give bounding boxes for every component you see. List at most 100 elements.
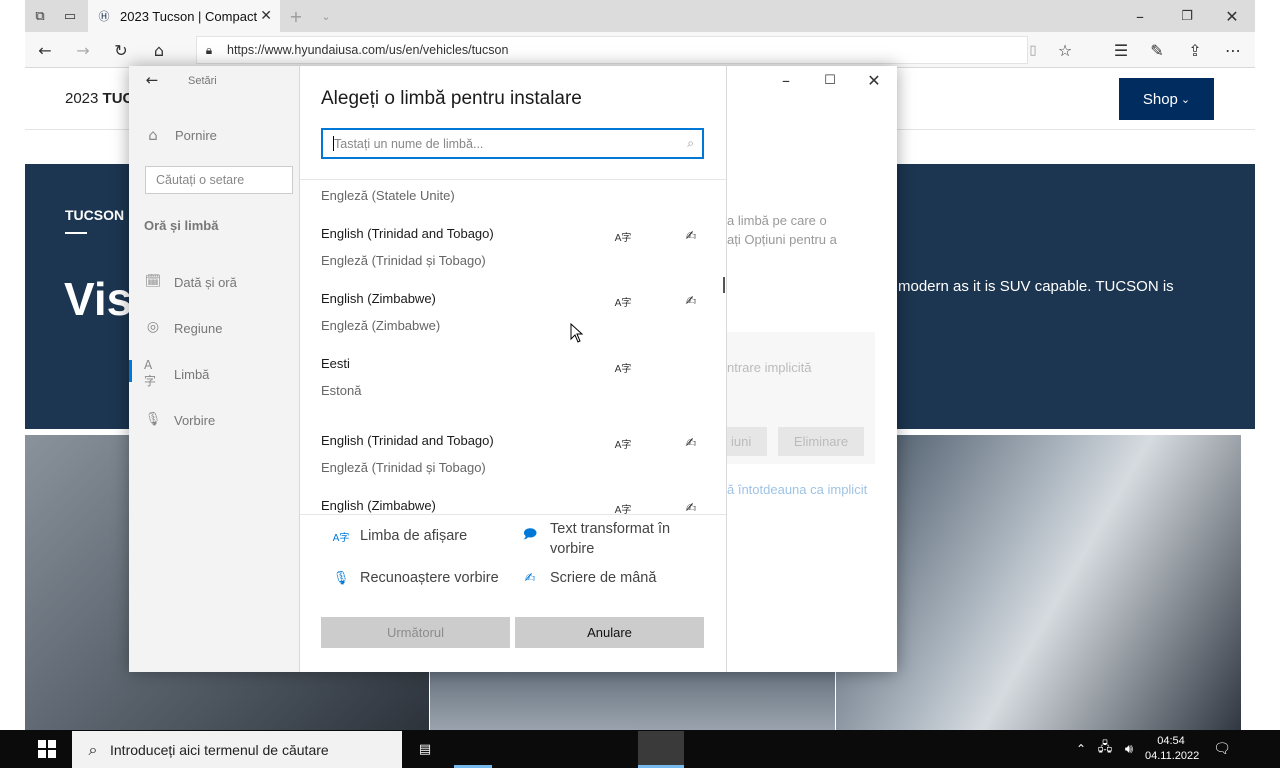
nav-language[interactable]: Limbă	[174, 367, 209, 382]
clock-date: 04.11.2022	[1145, 750, 1200, 762]
display-language-icon: A字	[614, 363, 632, 375]
favorite-star-icon[interactable]: ☆	[1054, 40, 1076, 60]
screen: ⧉ ▭ Ⓗ 2023 Tucson | Compact ✕ + ⌄ – ❐ ✕ …	[0, 0, 1280, 768]
text-to-speech-icon: 🗩︎	[522, 527, 538, 542]
site-model-title[interactable]: 2023 TUC	[65, 90, 133, 107]
language-search-input[interactable]: Tastați un nume de limbă... ⌕	[321, 128, 704, 159]
language-icon: A字	[144, 357, 157, 388]
browser-tab[interactable]: Ⓗ 2023 Tucson | Compact ✕	[88, 0, 280, 32]
microphone-icon: 🎙︎	[144, 411, 162, 427]
language-list: Engleză (Statele Unite) English (Trinida…	[300, 180, 726, 514]
settings-minimize-icon[interactable]: –	[776, 70, 796, 90]
pen-notes-icon[interactable]: ✎	[1146, 40, 1168, 60]
handwriting-icon: ✍︎	[524, 570, 536, 586]
close-browser-icon[interactable]: ✕	[1222, 6, 1242, 26]
settings-bg-options-button: iuni	[727, 427, 767, 456]
settings-home-link[interactable]: Pornire	[175, 128, 217, 143]
hero-heading: Vis	[64, 273, 133, 325]
new-tab-icon[interactable]: +	[286, 6, 306, 26]
dialog-title: Alegeți o limbă pentru instalare	[321, 88, 582, 109]
handwriting-icon: ✍︎	[685, 435, 697, 451]
nav-speech[interactable]: Vorbire	[174, 413, 215, 428]
feature-display-language: Limba de afișare	[360, 528, 468, 544]
url-text: https://www.hyundaiusa.com/us/en/vehicle…	[227, 43, 509, 57]
tab-aside-icon[interactable]: ▭	[60, 6, 80, 26]
mouse-cursor-icon	[570, 323, 584, 343]
language-item-sub: Estonă	[321, 383, 362, 398]
volume-icon[interactable]: 🔊︎	[1120, 740, 1138, 758]
taskbar-search-placeholder: Introduceți aici termenul de căutare	[110, 741, 329, 758]
search-icon: ⌕	[687, 136, 694, 150]
language-item-sub: Engleză (Statele Unite)	[321, 188, 455, 203]
next-button[interactable]: Următorul	[321, 617, 510, 648]
hero-tag[interactable]: TUCSON	[65, 207, 124, 223]
language-item-name[interactable]: Eesti	[321, 356, 350, 371]
windows-start-icon[interactable]	[36, 738, 58, 760]
cancel-button[interactable]: Anulare	[515, 617, 704, 648]
taskbar-clock[interactable]: 04:54 04.11.2022	[1145, 734, 1200, 764]
settings-bg-link: ă întotdeauna ca implicit	[727, 482, 868, 497]
hyundai-logo-icon: Ⓗ	[98, 10, 110, 23]
lock-icon: 🔒︎	[205, 42, 213, 57]
settings-bg-text-1: a limbă pe care o	[727, 213, 827, 228]
handwriting-icon: ✍︎	[685, 228, 697, 244]
forward-icon[interactable]: →	[72, 40, 94, 60]
taskbar-active-app[interactable]	[638, 731, 684, 768]
settings-title: Setări	[188, 75, 217, 87]
settings-close-icon[interactable]: ✕	[864, 70, 884, 90]
settings-search-input[interactable]: Căutați o setare	[145, 166, 293, 194]
list-scrollbar[interactable]	[723, 277, 725, 293]
shop-chevron-icon: ⌄	[1180, 92, 1191, 106]
feature-handwriting: Scriere de mână	[550, 570, 657, 586]
display-language-icon: A字	[332, 532, 350, 544]
language-search-placeholder: Tastați un nume de limbă...	[334, 136, 484, 151]
settings-back-icon[interactable]: ←	[142, 70, 162, 90]
restore-browser-icon[interactable]: ❐	[1177, 6, 1197, 26]
handwriting-icon: ✍︎	[685, 293, 697, 309]
settings-category: Oră și limbă	[144, 218, 219, 233]
share-icon[interactable]: ⇪	[1184, 40, 1206, 60]
home-icon: ⌂	[148, 126, 158, 144]
display-language-icon: A字	[614, 439, 632, 451]
display-language-icon: A字	[614, 297, 632, 309]
calendar-clock-icon: 🗓︎	[144, 273, 162, 289]
language-item-sub: Engleză (Trinidad și Tobago)	[321, 253, 486, 268]
back-icon[interactable]: ←	[34, 40, 56, 60]
display-language-icon: A字	[614, 232, 632, 244]
nav-date-time[interactable]: Dată și oră	[174, 275, 237, 290]
more-menu-icon[interactable]: ⋯	[1222, 40, 1244, 60]
handwriting-icon: ✍︎	[685, 500, 697, 515]
notifications-icon[interactable]: 🗨︎	[1212, 739, 1232, 759]
shop-button[interactable]: Shop ⌄	[1119, 78, 1214, 120]
task-view-icon[interactable]: ▤	[414, 738, 436, 760]
settings-bg-text-3: ntrare implicită	[727, 360, 812, 375]
settings-maximize-icon[interactable]: ☐	[820, 70, 840, 90]
favorites-hub-icon[interactable]: ☰	[1110, 40, 1132, 60]
nav-active-indicator	[129, 360, 132, 382]
address-bar[interactable]: 🔒︎ https://www.hyundaiusa.com/us/en/vehi…	[196, 36, 1028, 64]
microphone-icon: 🎙︎	[332, 570, 350, 586]
feature-text-to-speech: Text transformat în vorbire	[550, 521, 671, 557]
tab-actions-icon[interactable]: ⧉	[30, 6, 50, 26]
globe-icon: ◎	[146, 319, 160, 335]
refresh-icon[interactable]: ↻	[110, 40, 132, 60]
feature-speech-recognition: Recunoaștere vorbire	[360, 570, 499, 586]
nav-region[interactable]: Regiune	[174, 321, 222, 336]
hero-text: modern as it is SUV capable. TUCSON is	[898, 278, 1174, 295]
chevron-up-icon[interactable]: ⌃	[1074, 740, 1088, 758]
language-item-name[interactable]: English (Zimbabwe)	[321, 291, 436, 306]
reading-view-icon[interactable]: ▯	[1022, 40, 1044, 60]
home-icon[interactable]: ⌂	[148, 40, 170, 60]
language-item-name[interactable]: English (Trinidad and Tobago)	[321, 433, 494, 448]
language-item-sub: Engleză (Zimbabwe)	[321, 318, 441, 333]
settings-bg-text-2: ați Opțiuni pentru a	[727, 232, 837, 247]
taskbar-search-box[interactable]: ⌕ Introduceți aici termenul de căutare	[72, 731, 402, 768]
language-item-name[interactable]: English (Trinidad and Tobago)	[321, 226, 494, 241]
tab-list-chevron-icon[interactable]: ⌄	[316, 6, 336, 26]
close-tab-icon[interactable]: ✕	[260, 8, 272, 24]
minimize-browser-icon[interactable]: –	[1130, 6, 1150, 26]
settings-bg-remove-button: Eliminare	[778, 427, 864, 456]
network-icon[interactable]: 🖧︎	[1096, 740, 1114, 758]
display-language-icon: A字	[614, 504, 632, 515]
language-item-name[interactable]: English (Zimbabwe)	[321, 498, 436, 513]
